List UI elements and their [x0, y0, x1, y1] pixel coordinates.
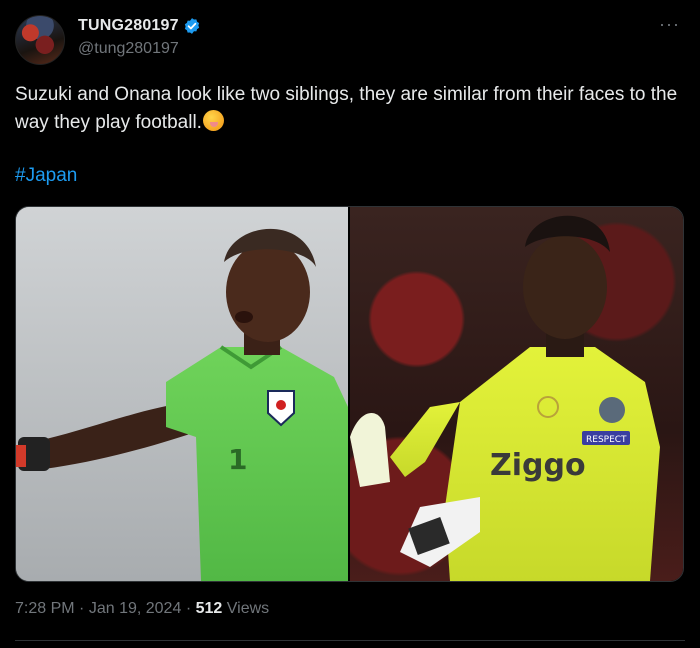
- divider: [15, 640, 685, 641]
- face-with-hand-over-mouth-icon: [202, 110, 224, 131]
- media-grid: 1 Ziggo RESPECT: [15, 206, 684, 582]
- tweet-time[interactable]: 7:28 PM: [15, 600, 75, 617]
- ellipsis-icon[interactable]: ···: [659, 14, 680, 35]
- tweet-date[interactable]: Jan 19, 2024: [89, 600, 182, 617]
- tweet-text: Suzuki and Onana look like two siblings,…: [15, 81, 687, 137]
- author-handle[interactable]: @tung280197: [78, 40, 179, 58]
- display-name[interactable]: TUNG280197: [78, 17, 179, 35]
- svg-text:1: 1: [228, 443, 247, 476]
- photo-suzuki[interactable]: 1: [16, 207, 348, 581]
- svg-text:RESPECT: RESPECT: [586, 435, 627, 445]
- views-label: Views: [226, 600, 270, 617]
- avatar[interactable]: [15, 15, 65, 65]
- verified-badge-icon: [183, 17, 201, 35]
- tweet-body: Suzuki and Onana look like two siblings,…: [15, 84, 678, 133]
- separator: ·: [79, 600, 85, 617]
- svg-text:Ziggo: Ziggo: [490, 448, 586, 483]
- views-count: 512: [195, 600, 223, 617]
- hashtag-link[interactable]: #Japan: [15, 165, 77, 187]
- separator: ·: [185, 600, 192, 617]
- author-name-row: TUNG280197: [78, 17, 201, 35]
- tweet-meta: 7:28 PM · Jan 19, 2024 · 512 Views: [15, 600, 269, 618]
- photo-onana[interactable]: Ziggo RESPECT: [350, 207, 683, 581]
